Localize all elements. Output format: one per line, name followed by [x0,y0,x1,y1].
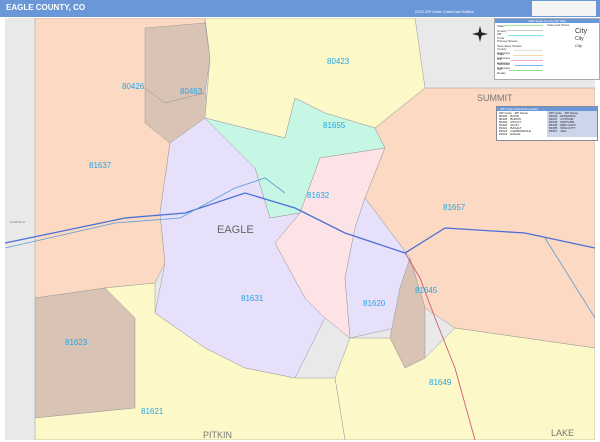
zip-label: 80423 [327,57,350,66]
neighbor-summit: SUMMIT [477,93,513,103]
neighbor-lake: LAKE [551,428,574,438]
zip-label: 81645 [415,286,438,295]
zip-label: 81637 [89,161,112,170]
edition-label: 2022 ZIP Code ColorCast Edition [414,9,474,14]
zip-label: 81620 [363,299,386,308]
index-column-right: ZIP Code ZIP Name 81632 EDWARDS 81637 GYPSUM 8… [547,111,597,137]
zip-label: 81623 [65,338,88,347]
page-title: EAGLE COUNTY, CO [6,3,86,12]
logo [532,1,596,16]
county-label: EAGLE [217,224,254,236]
zip-81649[interactable] [334,327,595,440]
index-column-left: ZIP Code ZIP Name 80423 BOND 80426 BURNS 80463… [497,111,547,137]
index-row: 81657 VAIL [549,129,567,133]
zip-index-table: ZIP Code Index/Grid Locator ZIP Code ZIP … [496,106,598,141]
map-legend: 2022 Eagle County ZIP Map State County Z… [494,18,600,80]
zip-81623[interactable] [34,287,136,419]
zip-label: 81657 [443,203,466,212]
zip-label: 81649 [429,378,452,387]
zip-label: 80426 [122,82,145,91]
legend-city: City [575,43,582,48]
zip-label: 81632 [307,191,330,200]
zip-label: 81631 [241,294,264,303]
zip-label: 80463 [180,87,203,96]
neighbor-pitkin: PITKIN [203,430,232,440]
header: EAGLE COUNTY, CO 2022 ZIP Code ColorCast… [0,0,600,17]
zip-label: 81655 [323,121,346,130]
legend-cities-title: Cities and Towns [547,23,570,27]
legend-city: City [575,28,588,35]
index-row: 81631 EAGLE [499,132,521,136]
neighbor-garfield: GARFIELD [10,220,26,224]
zip-label: 81621 [141,407,164,416]
legend-city: City [575,36,584,42]
zip-map[interactable]: EAGLE SUMMIT PITKIN LAKE GARFIELD 80423 … [5,18,595,440]
